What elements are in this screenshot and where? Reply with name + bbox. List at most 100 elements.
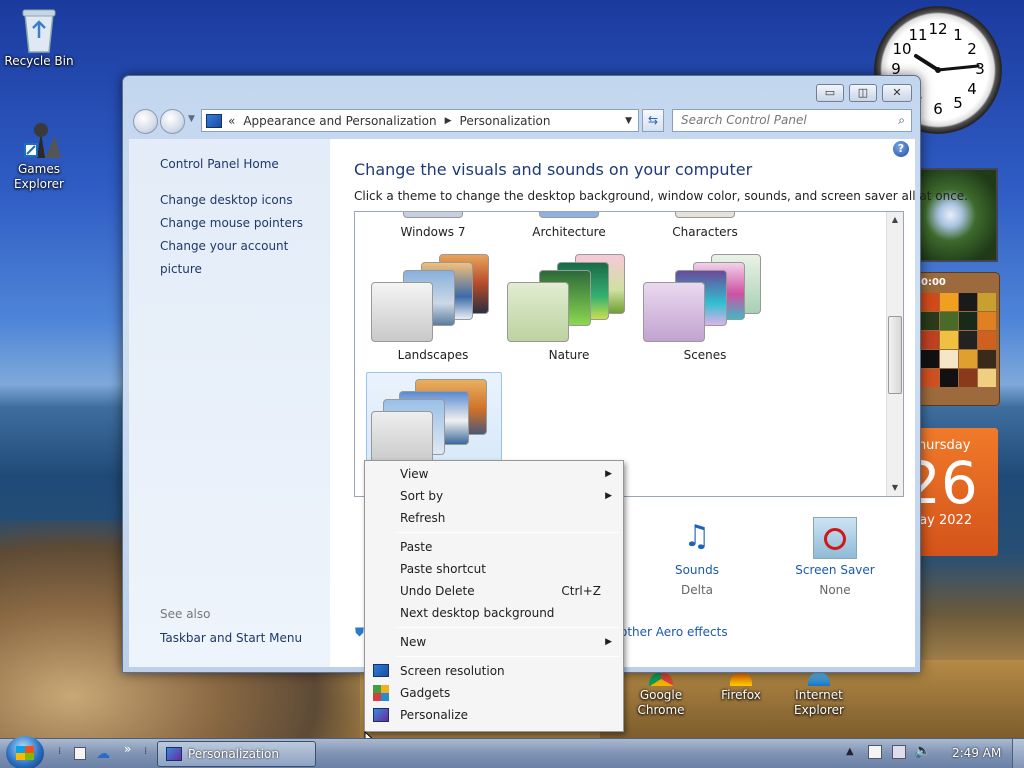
action-center-icon[interactable]	[868, 745, 882, 759]
theme-windows7[interactable]: Windows 7	[365, 212, 501, 239]
menu-item-screen-resolution[interactable]: Screen resolution	[367, 660, 621, 682]
clock-number: 1	[953, 26, 963, 44]
menu-item-label: Paste shortcut	[400, 562, 486, 576]
theme-scenes[interactable]: Scenes	[637, 248, 773, 362]
menu-item-view[interactable]: View ▶	[367, 463, 621, 485]
menu-item-gadgets[interactable]: Gadgets	[367, 682, 621, 704]
maximize-button[interactable]: ◫	[849, 84, 877, 102]
page-heading: Change the visuals and sounds on your co…	[354, 160, 753, 179]
aero-effects-text[interactable]: other Aero effects	[620, 625, 728, 639]
theme-current-selected[interactable]	[366, 372, 502, 472]
refresh-button[interactable]: ⇆	[642, 109, 664, 132]
forward-button[interactable]	[160, 109, 185, 134]
menu-item-paste-shortcut[interactable]: Paste shortcut	[367, 558, 621, 580]
change-mouse-pointers-link[interactable]: Change mouse pointers	[160, 212, 330, 235]
theme-landscapes[interactable]: Landscapes	[365, 248, 501, 362]
breadcrumb-separator-icon[interactable]: ▶	[445, 116, 452, 126]
change-account-picture-link[interactable]: Change your account picture	[160, 235, 330, 281]
sidebar: Control Panel Home Change desktop icons …	[129, 139, 330, 667]
show-hidden-icons-icon[interactable]: ▲	[846, 746, 854, 757]
theme-nature[interactable]: Nature	[501, 248, 637, 362]
theme-architecture[interactable]: Architecture	[501, 212, 637, 239]
taskbar-start-menu-link[interactable]: Taskbar and Start Menu	[160, 627, 302, 650]
recycle-bin-desktop-icon[interactable]: Recycle Bin	[4, 6, 74, 69]
theme-name: Landscapes	[397, 348, 469, 362]
recycle-bin-label: Recycle Bin	[4, 54, 74, 68]
control-panel-icon	[206, 113, 222, 128]
games-explorer-desktop-icon[interactable]: Games Explorer	[4, 118, 74, 192]
breadcrumb-overflow[interactable]: «	[228, 114, 235, 128]
minimize-icon: ▭	[824, 86, 836, 99]
scroll-thumb[interactable]	[888, 316, 902, 394]
picture-puzzle-gadget[interactable]: 0:00	[916, 272, 1000, 406]
back-button[interactable]	[133, 109, 158, 134]
maximize-icon: ◫	[857, 86, 869, 99]
theme-gallery[interactable]: Windows 7 Architecture Characters Landsc…	[354, 211, 904, 497]
address-dropdown-icon[interactable]: ▼	[625, 116, 632, 126]
menu-item-new[interactable]: New ▶	[367, 631, 621, 653]
menu-item-paste[interactable]: Paste	[367, 536, 621, 558]
menu-separator	[397, 627, 619, 628]
aero-effects-link[interactable]: other Aero effects	[620, 625, 728, 639]
network-icon[interactable]	[892, 745, 906, 759]
clock-number: 12	[928, 20, 947, 38]
search-icon[interactable]: ⌕	[898, 113, 905, 128]
menu-item-label: Next desktop background	[400, 606, 555, 620]
start-button[interactable]	[6, 736, 44, 768]
slideshow-gadget[interactable]	[918, 168, 998, 262]
menu-item-next-desktop-background[interactable]: Next desktop background	[367, 602, 621, 624]
volume-icon[interactable]: 🔈	[914, 743, 931, 759]
menu-item-label: New	[400, 635, 427, 649]
minimize-button[interactable]: ▭	[816, 84, 844, 102]
firefox-desktop-icon[interactable]: Firefox	[706, 672, 776, 703]
switch-windows-quicklaunch-icon[interactable]: ☁	[96, 746, 110, 762]
breadcrumb-appearance[interactable]: Appearance and Personalization	[243, 114, 436, 128]
calendar-gadget[interactable]: Thursday 26 May 2022	[918, 428, 998, 556]
show-desktop-button[interactable]	[1012, 739, 1024, 768]
gadgets-icon	[373, 685, 389, 701]
navigation-bar: ▼ « Appearance and Personalization ▶ Per…	[133, 107, 913, 135]
show-desktop-quicklaunch-icon[interactable]	[74, 747, 86, 760]
personalization-task-icon	[166, 747, 182, 761]
control-panel-home-link[interactable]: Control Panel Home	[160, 153, 330, 176]
screen-saver-label: Screen Saver	[795, 563, 875, 577]
internet-explorer-label: Internet Explorer	[794, 688, 844, 717]
help-icon[interactable]: ?	[893, 141, 909, 157]
clock-number: 5	[953, 94, 963, 112]
system-clock[interactable]: 2:49 AM	[952, 746, 1001, 760]
search-input[interactable]: Search Control Panel ⌕	[672, 109, 912, 132]
calendar-month-year: May 2022	[918, 513, 973, 528]
breadcrumb-personalization[interactable]: Personalization	[460, 114, 551, 128]
taskbar-task-personalization[interactable]: Personalization	[157, 741, 316, 767]
theme-gallery-scrollbar[interactable]: ▲ ▼	[886, 212, 903, 496]
scroll-up-icon[interactable]: ▲	[887, 212, 903, 228]
menu-item-label: Undo Delete	[400, 584, 475, 598]
theme-characters[interactable]: Characters	[637, 212, 773, 239]
address-bar[interactable]: « Appearance and Personalization ▶ Perso…	[201, 109, 639, 132]
quicklaunch-expand-icon[interactable]: »	[124, 742, 131, 756]
close-button[interactable]: ✕	[882, 84, 912, 102]
page-subheading: Click a theme to change the desktop back…	[354, 189, 968, 203]
menu-item-label: Gadgets	[400, 686, 451, 700]
change-desktop-icons-link[interactable]: Change desktop icons	[160, 189, 330, 212]
see-also-heading: See also	[160, 607, 211, 621]
menu-item-personalize[interactable]: Personalize	[367, 704, 621, 726]
theme-name: Windows 7	[400, 225, 466, 239]
theme-name: Characters	[672, 225, 738, 239]
chrome-desktop-icon[interactable]: Google Chrome	[626, 672, 696, 718]
recent-pages-dropdown-icon[interactable]: ▼	[188, 114, 195, 124]
menu-item-sort-by[interactable]: Sort by ▶	[367, 485, 621, 507]
sounds-setting[interactable]: ♫ Sounds Delta	[642, 517, 752, 597]
puzzle-grid	[921, 293, 996, 387]
theme-preview	[365, 248, 501, 344]
scroll-down-icon[interactable]: ▼	[887, 480, 903, 496]
taskbar: ⁞ ☁ » ⁞ Personalization ▲ 🔈 2:49 AM	[0, 736, 1024, 768]
menu-item-undo-delete[interactable]: Undo Delete Ctrl+Z	[367, 580, 621, 602]
internet-explorer-desktop-icon[interactable]: Internet Explorer	[784, 672, 854, 718]
taskbar-task-label: Personalization	[188, 747, 279, 761]
sounds-icon: ♫	[683, 519, 711, 554]
personalize-icon	[373, 708, 389, 722]
menu-item-label: View	[400, 467, 429, 481]
screen-saver-setting[interactable]: Screen Saver None	[780, 517, 890, 597]
menu-item-refresh[interactable]: Refresh	[367, 507, 621, 529]
